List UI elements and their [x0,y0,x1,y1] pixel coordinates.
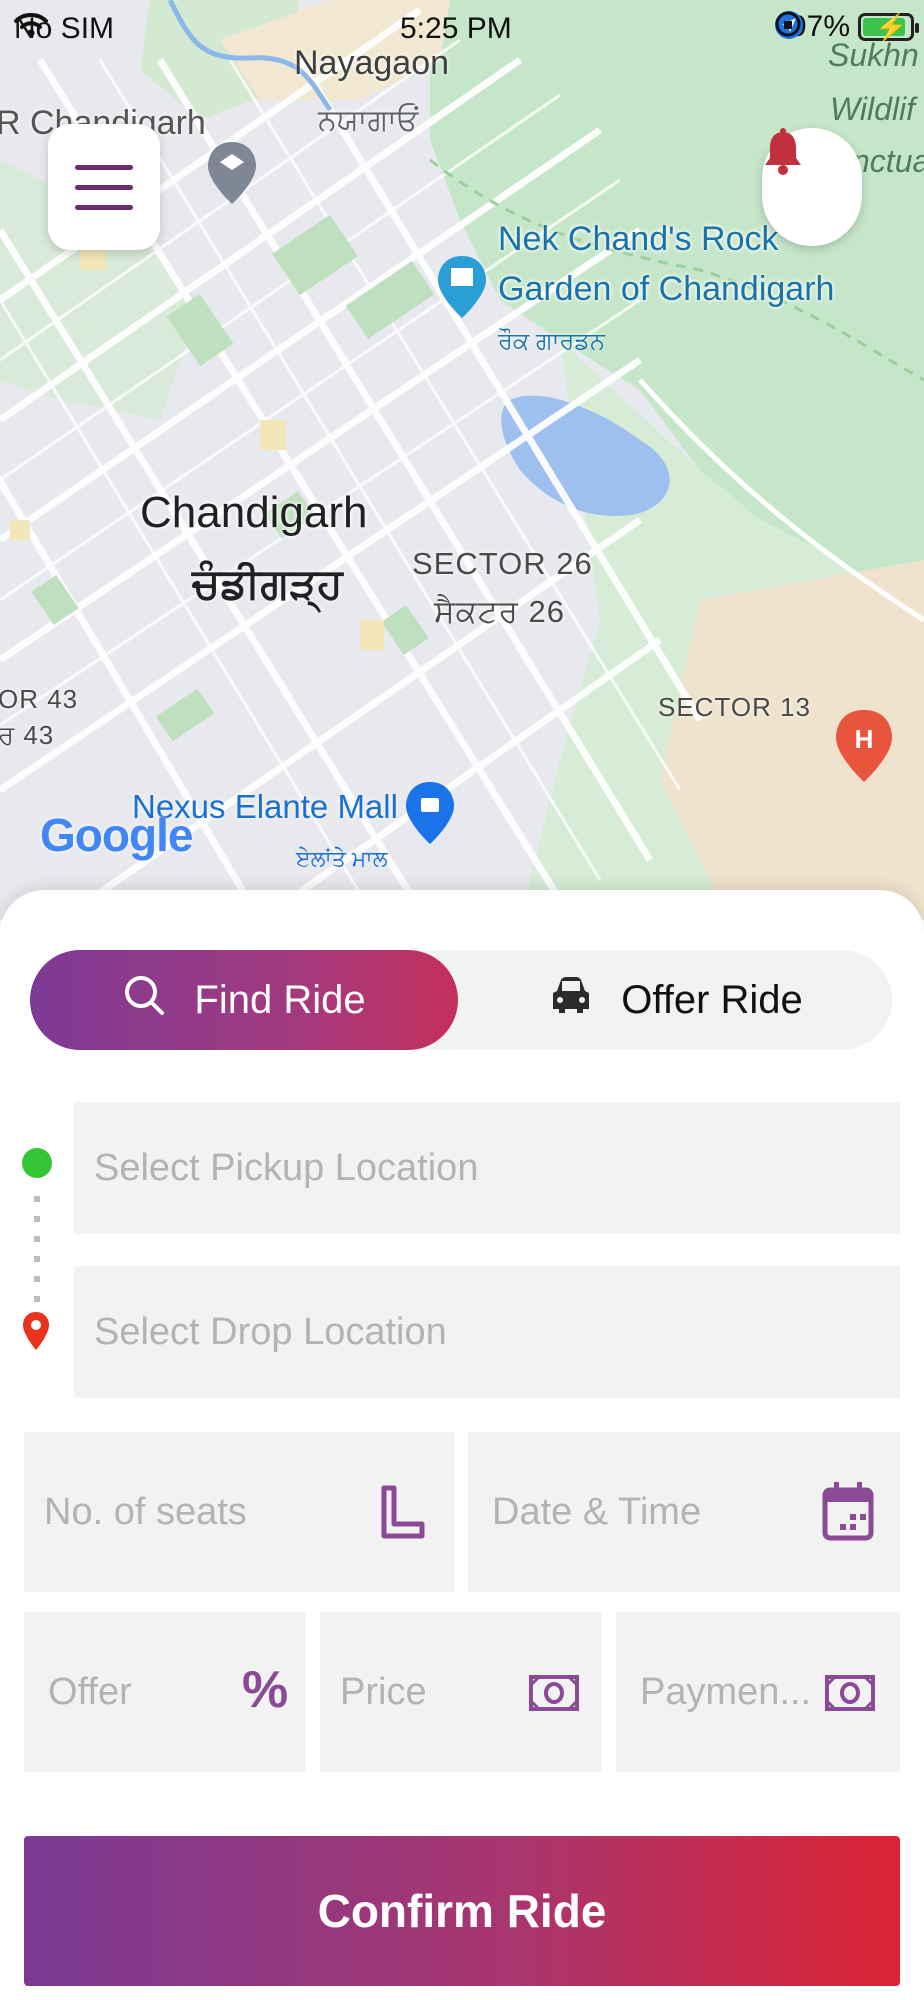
seats-placeholder: No. of seats [44,1490,247,1533]
price-field[interactable]: Price [320,1612,602,1772]
tab-find-ride[interactable]: Find Ride [30,950,458,1050]
carrier-group: No SIM [14,12,130,46]
map-label-sukhna-2: Wildlif [830,91,916,127]
confirm-ride-label: Confirm Ride [317,1885,607,1937]
route-dots [34,1196,40,1306]
map-label-sukhna-3: nctua [852,143,924,179]
tab-offer-ride[interactable]: Offer Ride [460,950,892,1050]
map-label-sector26-pa: ਸੈਕਟਰ 26 [434,594,565,629]
map-label-sector43: OR 43 [0,684,79,714]
offer-field[interactable]: Offer % [24,1612,306,1772]
pickup-location-field[interactable]: Select Pickup Location [74,1102,900,1234]
payment-placeholder: Paymen... [640,1670,812,1713]
svg-text:H: H [855,724,874,754]
status-bar: No SIM 5:25 PM 97% ⚡ [0,0,924,58]
percent-icon: % [242,1661,289,1719]
price-placeholder: Price [340,1670,427,1713]
clock: 5:25 PM [400,12,512,45]
search-icon [122,973,166,1027]
offer-placeholder: Offer [48,1670,132,1713]
map-label-nexus-mall-pa: ਏਲਾਂਤੇ ਮਾਲ [296,846,388,871]
tab-offer-ride-label: Offer Ride [621,977,803,1022]
calendar-icon [822,1482,874,1547]
map-label-sector26: SECTOR 26 [412,546,593,581]
cash-icon [528,1674,580,1717]
seats-field[interactable]: No. of seats [24,1432,454,1592]
notification-button[interactable] [762,128,862,246]
route-indicator [18,1148,54,1358]
map-label-rock-garden-2[interactable]: Garden of Chandigarh [498,264,834,314]
cash-icon [824,1674,876,1717]
hamburger-line [75,164,133,170]
seat-icon [380,1484,426,1545]
google-logo: Google [40,809,193,861]
ride-mode-toggle: Find Ride Offer Ride [30,950,892,1050]
hamburger-line [75,184,133,190]
map-label-sector43-pa: ਰ 43 [0,720,55,750]
confirm-ride-button[interactable]: Confirm Ride [24,1836,900,1986]
map-view[interactable]: H Nayagaon ਨਯਾਗਾਓਂ R Chandigarh Sukhn Wi… [0,0,924,920]
status-right: 97% ⚡ [774,10,919,44]
pickup-dot-icon [22,1148,52,1178]
payment-field[interactable]: Paymen... [616,1612,900,1772]
drop-location-field[interactable]: Select Drop Location [74,1266,900,1398]
car-icon [549,975,593,1025]
pickup-placeholder: Select Pickup Location [94,1146,479,1189]
map-label-chandigarh: Chandigarh [140,488,368,537]
battery-icon: ⚡ [858,12,919,42]
date-time-placeholder: Date & Time [492,1490,702,1533]
date-time-field[interactable]: Date & Time [468,1432,900,1592]
tab-find-ride-label: Find Ride [194,977,366,1022]
hamburger-line [75,204,133,210]
drop-pin-icon [22,1312,50,1357]
drop-placeholder: Select Drop Location [94,1310,447,1353]
map-label-chandigarh-pa: ਚੰਡੀਗੜ੍ਹ [192,560,343,607]
map-label-rock-garden-pa: ਰੌਕ ਗਾਰਡਨ [498,328,605,355]
map-label-nayagaon-pa: ਨਯਾਗਾਓਂ [318,104,419,137]
map-label-sector13: SECTOR 13 [658,692,812,722]
menu-button[interactable] [48,124,160,250]
map-label-rock-garden-1[interactable]: Nek Chand's Rock [498,214,779,264]
